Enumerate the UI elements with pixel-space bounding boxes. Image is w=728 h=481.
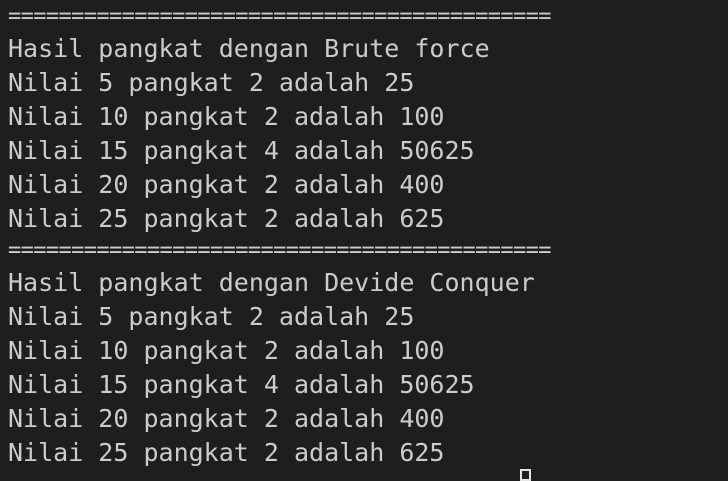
output-line: Nilai 15 pangkat 4 adalah 50625: [8, 136, 475, 165]
terminal-output: ========================================…: [8, 2, 552, 470]
output-line: Nilai 20 pangkat 2 adalah 400: [8, 404, 445, 433]
output-line: Nilai 20 pangkat 2 adalah 400: [8, 170, 445, 199]
divide-conquer-heading: Hasil pangkat dengan Devide Conquer: [8, 268, 535, 297]
separator-line: ========================================…: [8, 238, 552, 263]
terminal-output-panel[interactable]: ========================================…: [0, 0, 728, 481]
output-line: Nilai 5 pangkat 2 adalah 25: [8, 68, 415, 97]
output-line: Nilai 25 pangkat 2 adalah 625: [8, 438, 445, 467]
separator-line: ========================================…: [8, 4, 552, 29]
brute-force-heading: Hasil pangkat dengan Brute force: [8, 34, 490, 63]
output-line: Nilai 5 pangkat 2 adalah 25: [8, 302, 415, 331]
output-line: Nilai 10 pangkat 2 adalah 100: [8, 336, 445, 365]
output-line: Nilai 25 pangkat 2 adalah 625: [8, 204, 445, 233]
output-line: Nilai 10 pangkat 2 adalah 100: [8, 102, 445, 131]
output-line: Nilai 15 pangkat 4 adalah 50625: [8, 370, 475, 399]
text-cursor: [520, 469, 531, 481]
